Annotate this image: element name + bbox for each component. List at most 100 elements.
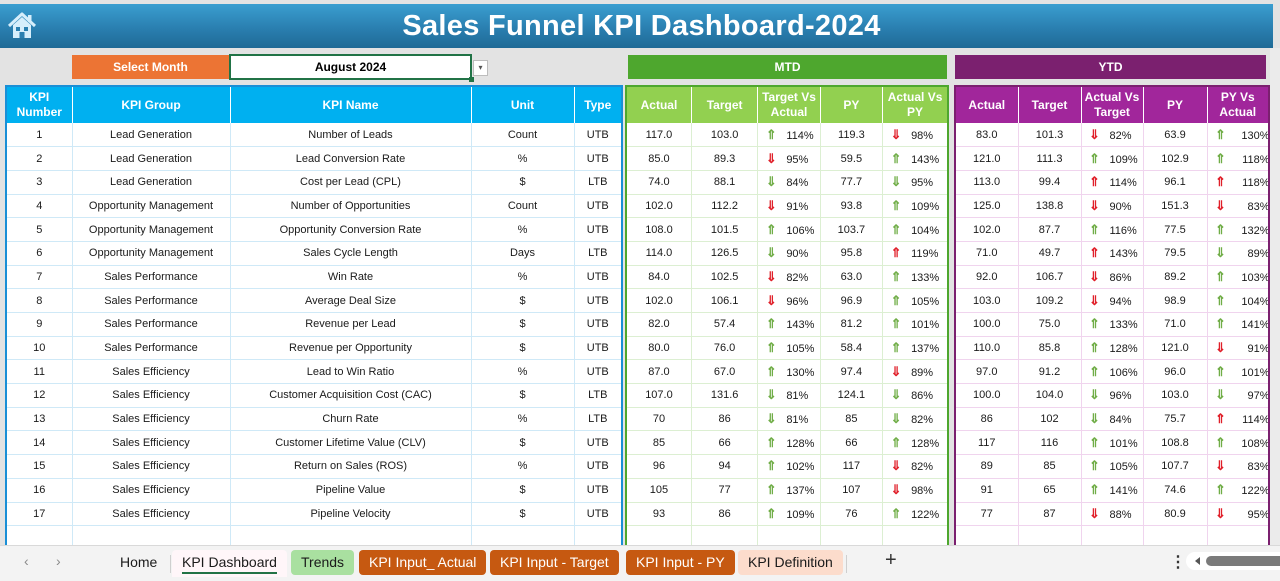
kpi-unit-cell[interactable]: $ <box>471 288 575 313</box>
ytd-py-cell[interactable]: 98.9 <box>1143 288 1208 313</box>
kpi-unit-cell[interactable]: Days <box>471 241 575 266</box>
mtd-py-cell[interactable]: 81.2 <box>820 312 884 337</box>
tab-kpi-input-py[interactable]: KPI Input - PY <box>626 550 735 575</box>
ytd-actual-vs-target-cell[interactable]: ⇓ 94% <box>1081 288 1144 313</box>
prev-sheet-icon[interactable]: ‹ <box>24 553 29 569</box>
ytd-actual-cell[interactable]: 86 <box>955 407 1019 432</box>
more-options-icon[interactable]: ⋮ <box>1170 552 1186 572</box>
mtd-actual-vs-py-cell[interactable]: ⇑ 119% <box>882 241 949 266</box>
mtd-target-cell[interactable]: 66 <box>691 430 759 456</box>
mtd-py-cell[interactable]: 66 <box>820 430 884 456</box>
mtd-actual-vs-py-cell[interactable]: ⇓ 89% <box>882 359 949 385</box>
kpi-group-cell[interactable]: Opportunity Management <box>72 194 231 219</box>
kpi-group-cell[interactable]: Sales Performance <box>72 288 231 313</box>
ytd-py-vs-actual-cell[interactable]: ⇑ 122% <box>1207 478 1270 503</box>
kpi-type-cell[interactable]: UTB <box>574 146 623 171</box>
kpi-number-cell[interactable]: 11 <box>6 359 73 385</box>
kpi-name-cell[interactable]: Pipeline Value <box>230 478 472 503</box>
mtd-target-vs-actual-cell[interactable]: ⇓ 82% <box>757 265 821 290</box>
mtd-actual-vs-py-cell[interactable]: ⇑ 143% <box>882 146 949 171</box>
kpi-group-cell[interactable]: Opportunity Management <box>72 217 231 242</box>
mtd-target-cell[interactable]: 88.1 <box>691 170 759 195</box>
ytd-py-cell[interactable]: 77.5 <box>1143 217 1208 242</box>
ytd-actual-vs-target-cell[interactable]: ⇑ 143% <box>1081 241 1144 266</box>
kpi-unit-cell[interactable]: $ <box>471 478 575 503</box>
kpi-group-cell[interactable]: Sales Performance <box>72 336 231 361</box>
mtd-target-cell[interactable]: 126.5 <box>691 241 759 266</box>
ytd-target-cell[interactable]: 106.7 <box>1018 265 1082 290</box>
kpi-name-cell[interactable]: Pipeline Velocity <box>230 502 472 527</box>
mtd-target-cell[interactable]: 94 <box>691 454 759 479</box>
kpi-type-cell[interactable]: LTB <box>574 407 623 432</box>
tab-kpi-input-actual[interactable]: KPI Input_ Actual <box>359 550 487 575</box>
mtd-py-cell[interactable]: 76 <box>820 502 884 527</box>
ytd-py-cell[interactable]: 103.0 <box>1143 383 1208 408</box>
kpi-name-cell[interactable]: Cost per Lead (CPL) <box>230 170 472 195</box>
mtd-actual-cell[interactable]: 105 <box>626 478 692 503</box>
mtd-target-cell[interactable]: 102.5 <box>691 265 759 290</box>
kpi-group-cell[interactable]: Opportunity Management <box>72 241 231 266</box>
kpi-type-cell[interactable]: UTB <box>574 502 623 527</box>
mtd-actual-cell[interactable]: 108.0 <box>626 217 692 242</box>
ytd-py-vs-actual-cell[interactable]: ⇑ 141% <box>1207 312 1270 337</box>
kpi-name-cell[interactable]: Opportunity Conversion Rate <box>230 217 472 242</box>
kpi-group-cell[interactable]: Lead Generation <box>72 146 231 171</box>
kpi-type-cell[interactable]: UTB <box>574 454 623 479</box>
kpi-name-cell[interactable]: Customer Acquisition Cost (CAC) <box>230 383 472 408</box>
kpi-name-cell[interactable]: Lead to Win Ratio <box>230 359 472 385</box>
mtd-target-cell[interactable]: 89.3 <box>691 146 759 171</box>
ytd-actual-vs-target-cell[interactable]: ⇓ 88% <box>1081 502 1144 527</box>
next-sheet-icon[interactable]: › <box>56 553 61 569</box>
kpi-name-cell[interactable]: Lead Conversion Rate <box>230 146 472 171</box>
ytd-py-vs-actual-cell[interactable]: ⇓ 91% <box>1207 336 1270 361</box>
mtd-target-cell[interactable]: 86 <box>691 407 759 432</box>
kpi-number-cell[interactable]: 6 <box>6 241 73 266</box>
ytd-actual-cell[interactable]: 103.0 <box>955 288 1019 313</box>
ytd-py-vs-actual-cell[interactable]: ⇑ 118% <box>1207 146 1270 171</box>
ytd-actual-vs-target-cell[interactable]: ⇓ 84% <box>1081 407 1144 432</box>
kpi-unit-cell[interactable]: $ <box>471 312 575 337</box>
mtd-py-cell[interactable]: 59.5 <box>820 146 884 171</box>
kpi-unit-cell[interactable]: % <box>471 454 575 479</box>
tab-kpi-definition[interactable]: KPI Definition <box>738 550 843 575</box>
mtd-actual-vs-py-cell[interactable]: ⇓ 98% <box>882 478 949 503</box>
kpi-unit-cell[interactable]: % <box>471 407 575 432</box>
ytd-actual-vs-target-cell[interactable]: ⇑ 128% <box>1081 336 1144 361</box>
kpi-type-cell[interactable]: UTB <box>574 430 623 456</box>
ytd-target-cell[interactable]: 109.2 <box>1018 288 1082 313</box>
kpi-number-cell[interactable]: 4 <box>6 194 73 219</box>
kpi-type-cell[interactable]: UTB <box>574 194 623 219</box>
tab-trends[interactable]: Trends <box>291 550 355 575</box>
mtd-target-vs-actual-cell[interactable]: ⇑ 137% <box>757 478 821 503</box>
mtd-target-vs-actual-cell[interactable]: ⇑ 128% <box>757 430 821 456</box>
mtd-target-vs-actual-cell[interactable]: ⇑ 143% <box>757 312 821 337</box>
mtd-actual-vs-py-cell[interactable]: ⇓ 95% <box>882 170 949 195</box>
kpi-number-cell[interactable]: 8 <box>6 288 73 313</box>
ytd-target-cell[interactable]: 101.3 <box>1018 123 1082 148</box>
ytd-py-cell[interactable]: 96.1 <box>1143 170 1208 195</box>
mtd-actual-vs-py-cell[interactable]: ⇑ 104% <box>882 217 949 242</box>
ytd-target-cell[interactable]: 49.7 <box>1018 241 1082 266</box>
kpi-name-cell[interactable]: Churn Rate <box>230 407 472 432</box>
ytd-py-cell[interactable]: 96.0 <box>1143 359 1208 385</box>
ytd-py-cell[interactable]: 151.3 <box>1143 194 1208 219</box>
kpi-unit-cell[interactable]: % <box>471 359 575 385</box>
kpi-type-cell[interactable]: UTB <box>574 478 623 503</box>
mtd-target-cell[interactable]: 76.0 <box>691 336 759 361</box>
mtd-py-cell[interactable]: 103.7 <box>820 217 884 242</box>
vertical-scrollbar[interactable] <box>1270 48 1280 545</box>
mtd-py-cell[interactable]: 95.8 <box>820 241 884 266</box>
kpi-unit-cell[interactable]: % <box>471 265 575 290</box>
mtd-actual-cell[interactable]: 85 <box>626 430 692 456</box>
kpi-name-cell[interactable]: Sales Cycle Length <box>230 241 472 266</box>
ytd-py-vs-actual-cell[interactable]: ⇑ 101% <box>1207 359 1270 385</box>
kpi-group-cell[interactable]: Lead Generation <box>72 170 231 195</box>
ytd-target-cell[interactable]: 99.4 <box>1018 170 1082 195</box>
mtd-py-cell[interactable]: 124.1 <box>820 383 884 408</box>
mtd-actual-cell[interactable]: 114.0 <box>626 241 692 266</box>
ytd-actual-cell[interactable]: 71.0 <box>955 241 1019 266</box>
ytd-py-cell[interactable]: 121.0 <box>1143 336 1208 361</box>
kpi-number-cell[interactable]: 1 <box>6 123 73 148</box>
mtd-target-vs-actual-cell[interactable]: ⇑ 109% <box>757 502 821 527</box>
ytd-py-vs-actual-cell[interactable]: ⇑ 108% <box>1207 430 1270 456</box>
